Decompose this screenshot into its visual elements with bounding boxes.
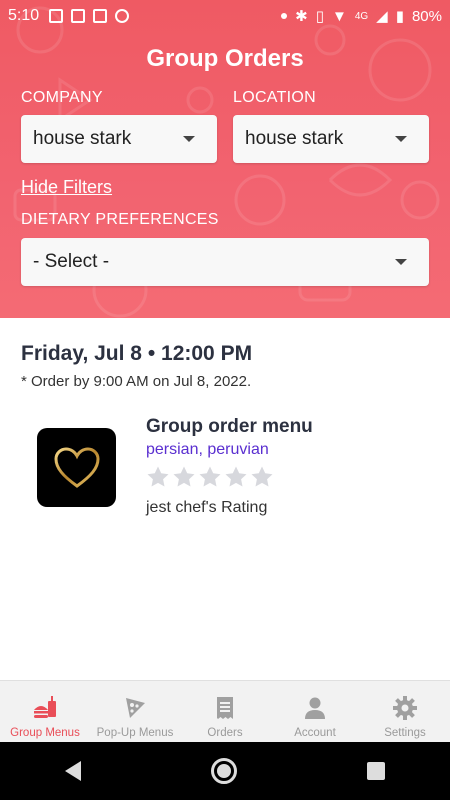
burger-drink-icon — [34, 696, 56, 718]
company-select[interactable]: house stark — [21, 115, 217, 163]
chevron-down-icon — [395, 136, 407, 142]
rating-label: jest chef's Rating — [146, 499, 268, 516]
wifi-icon: ▼ — [331, 7, 347, 25]
status-bar: 5:10 ✱ ▯ ▼ 4G ◢ ▮ 80% — [0, 0, 450, 32]
home-icon-inner — [217, 764, 231, 778]
back-icon[interactable] — [65, 761, 81, 781]
star-icon — [251, 466, 273, 487]
company-value: house stark — [33, 128, 132, 149]
star-icon — [225, 466, 247, 487]
recent-apps-icon[interactable] — [367, 762, 385, 780]
location-value: house stark — [245, 128, 344, 149]
heart-icon — [53, 446, 100, 488]
nav-pop-up-menus[interactable]: Pop-Up Menus — [90, 681, 180, 742]
network-type: 4G — [354, 10, 369, 22]
nav-account[interactable]: Account — [270, 681, 360, 742]
dietary-value: - Select - — [33, 251, 110, 272]
status-time: 5:10 — [8, 7, 40, 24]
menu-logo — [37, 428, 116, 507]
home-icon[interactable] — [211, 758, 237, 784]
location-label: LOCATION — [233, 89, 317, 106]
battery-icon: ▮ — [395, 8, 404, 25]
star-icon — [173, 466, 195, 487]
dietary-label: DIETARY PREFERENCES — [21, 211, 219, 228]
star-icon — [199, 466, 221, 487]
chevron-down-icon — [183, 136, 195, 142]
nav-orders[interactable]: Orders — [180, 681, 270, 742]
bluetooth-icon: ✱ — [295, 8, 308, 25]
nav-label: Pop-Up Menus — [96, 727, 174, 739]
delivery-time: 12:00 PM — [161, 342, 253, 365]
location-select[interactable]: house stark — [233, 115, 429, 163]
page-title: Group Orders — [146, 45, 304, 72]
nav-group-menus[interactable]: Group Menus — [0, 681, 90, 742]
separator-dot: • — [142, 342, 162, 365]
vibrate-icon: ▯ — [315, 8, 324, 25]
nav-label: Settings — [384, 727, 426, 739]
star-rating — [146, 465, 274, 489]
system-navigation-bar — [0, 742, 450, 800]
notification-icons — [49, 9, 130, 23]
delivery-day: Friday, Jul 8 — [21, 342, 142, 365]
app-icon — [115, 9, 130, 23]
gear-icon — [393, 696, 417, 720]
hide-filters-link[interactable]: Hide Filters — [21, 177, 112, 198]
star-icon — [147, 466, 169, 487]
calendar-icon — [71, 9, 86, 23]
menu-title[interactable]: Group order menu — [146, 416, 313, 438]
gmail-icon — [93, 9, 108, 23]
delivery-date-time: Friday, Jul 8 • 12:00 PM — [21, 342, 252, 366]
notification-icon — [49, 9, 64, 23]
menu-cuisine: persian, peruvian — [146, 441, 269, 458]
person-icon — [305, 697, 325, 719]
nav-label: Orders — [207, 727, 243, 739]
receipt-icon — [217, 697, 233, 719]
bottom-nav: Group Menus Pop-Up Menus Orders Account — [0, 680, 450, 742]
header: Group Orders COMPANY house stark LOCATIO… — [0, 0, 450, 318]
system-icons: ✱ ▯ ▼ 4G ◢ ▮ 80% — [281, 7, 442, 25]
nav-label: Account — [294, 727, 336, 739]
dot-icon — [281, 13, 288, 19]
battery-percent: 80% — [411, 7, 442, 25]
menu-card[interactable]: Group order menu persian, peruvian jest … — [0, 414, 450, 524]
nav-label: Group Menus — [10, 727, 80, 739]
dietary-select[interactable]: - Select - — [21, 238, 429, 286]
company-label: COMPANY — [21, 89, 103, 106]
pizza-icon — [126, 698, 145, 718]
signal-icon: ◢ — [376, 8, 388, 25]
order-deadline: * Order by 9:00 AM on Jul 8, 2022. — [21, 373, 252, 390]
chevron-down-icon — [395, 259, 407, 265]
nav-settings[interactable]: Settings — [360, 681, 450, 742]
